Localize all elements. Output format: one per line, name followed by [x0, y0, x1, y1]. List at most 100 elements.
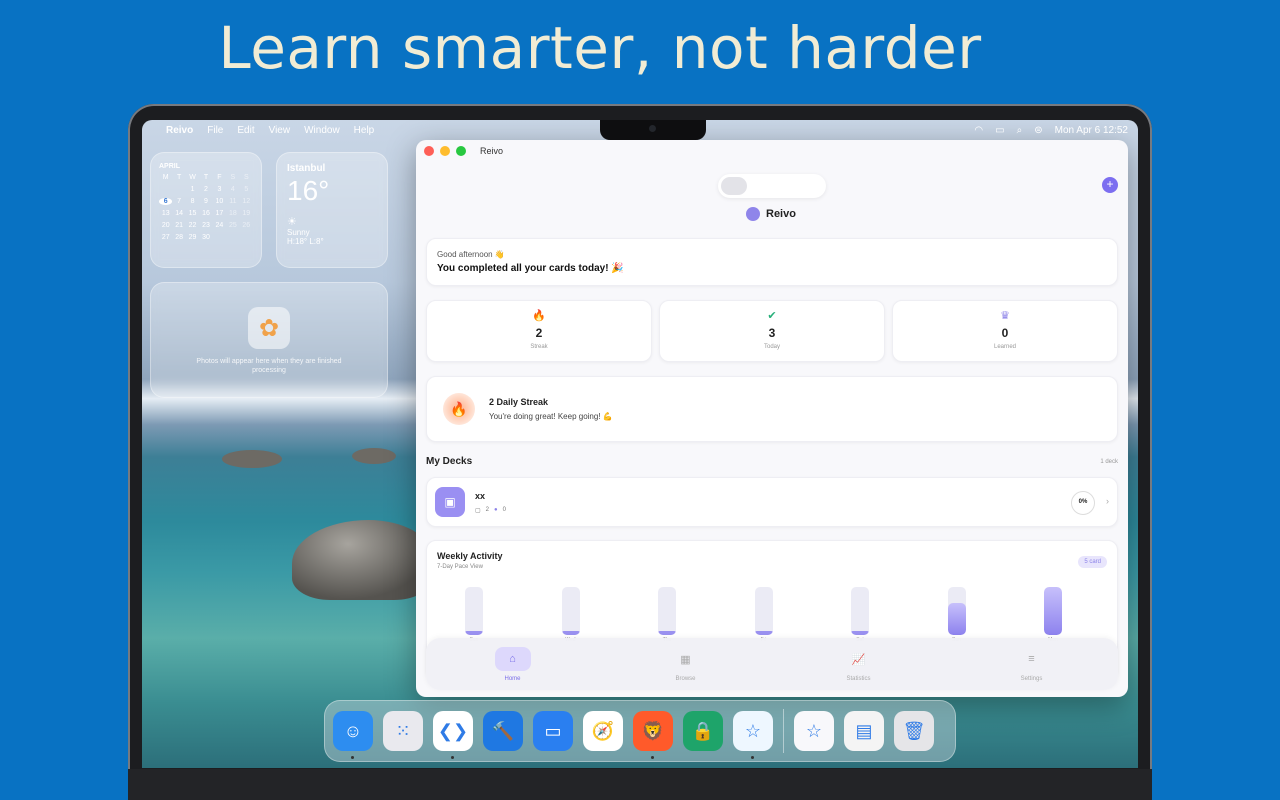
tab-label: Home	[504, 676, 521, 682]
calendar-day: 6	[159, 198, 173, 205]
calendar-weekday: F	[217, 174, 222, 181]
stat-value: 0	[1001, 326, 1009, 340]
tab-browse[interactable]: ▦ Browse	[599, 638, 772, 690]
tab-label: Browse	[675, 676, 696, 682]
calendar-day: 18	[228, 210, 237, 217]
chevron-right-icon: ›	[1106, 496, 1109, 506]
headline: Learn smarter, not harder	[218, 14, 982, 82]
calendar-day	[159, 186, 172, 193]
dock-launchpad-icon[interactable]: ⁙	[383, 711, 423, 751]
calendar-day	[226, 234, 239, 241]
sliders-icon: ≡	[1028, 653, 1035, 665]
dock-safari-icon[interactable]: 🧭	[583, 711, 623, 751]
dock-brave-icon[interactable]: 🦁	[633, 711, 673, 759]
weekly-subtitle: 7-Day Pace View	[437, 564, 483, 570]
calendar-day: 15	[188, 210, 197, 217]
menu-file[interactable]: File	[207, 125, 223, 136]
add-button[interactable]: +	[1102, 177, 1118, 193]
photos-text: Photos will appear here when they are fi…	[196, 358, 342, 374]
search-icon[interactable]: ⌕	[1017, 125, 1023, 136]
calendar-day: 29	[188, 234, 197, 241]
calendar-day	[213, 234, 226, 241]
greeting-main: You completed all your cards today! 🎉	[437, 263, 624, 274]
menu-clock[interactable]: Mon Apr 6 12:52	[1055, 125, 1128, 136]
running-indicator	[751, 756, 754, 759]
menu-edit[interactable]: Edit	[237, 125, 254, 136]
dock-trash-icon[interactable]: 🗑	[894, 711, 934, 751]
menu-window[interactable]: Window	[304, 125, 340, 136]
calendar-day: 22	[188, 222, 197, 229]
brain-icon	[746, 207, 760, 221]
laptop-base	[128, 769, 1152, 800]
calendar-day: 30	[202, 234, 210, 241]
weather-widget[interactable]: Istanbul 16° ☀ Sunny H:18° L:8°	[276, 152, 388, 268]
wallpaper-rock	[222, 450, 282, 468]
window-titlebar: Reivo	[416, 140, 1128, 162]
deck-row[interactable]: ▣ xx ▢ 2 ● 0 0% ›	[426, 477, 1118, 527]
calendar-day: 16	[202, 210, 210, 217]
calendar-widget[interactable]: APRIL M T W T F S S 1 2 3 4 5 6 7 8 9 10 11 12 13 14 15 16 17 18…	[150, 152, 262, 268]
wallpaper-rock	[292, 520, 432, 600]
camera-icon	[649, 125, 656, 132]
calendar-day: 23	[202, 222, 210, 229]
decks-count: 1 deck	[1100, 458, 1118, 465]
fire-icon: 🔥	[532, 310, 546, 322]
streak-title: 2 Daily Streak	[489, 397, 549, 407]
weather-condition: Sunny	[287, 228, 310, 237]
weekly-bar	[754, 631, 773, 635]
decks-header: My Decks 1 deck	[426, 456, 1118, 467]
calendar-day	[172, 186, 185, 193]
deck-due: 0	[502, 506, 506, 513]
tab-statistics[interactable]: 📈 Statistics	[772, 638, 945, 690]
calendar-day: 9	[204, 198, 208, 205]
camera-notch	[600, 120, 706, 140]
menu-app-name[interactable]: Reivo	[166, 125, 193, 136]
calendar-day: 19	[242, 210, 251, 217]
desktop-screen: Reivo File Edit View Window Help ◠ ▭ ⌕ ⊜…	[142, 120, 1138, 768]
calendar-day: 14	[175, 210, 184, 217]
dock-simulator-icon[interactable]: ▭	[533, 711, 573, 751]
home-icon: ⌂	[494, 647, 531, 671]
running-indicator	[451, 756, 454, 759]
dock-vpn-icon[interactable]: 🔒	[683, 711, 723, 751]
calendar-day: 11	[229, 198, 237, 205]
dock-xcode-icon[interactable]: 🔨	[483, 711, 523, 751]
calendar-day: 5	[244, 186, 249, 193]
toggle-knob	[721, 177, 747, 195]
minimize-button[interactable]	[440, 146, 450, 156]
calendar-weekday: T	[176, 174, 182, 181]
calendar-day: 8	[190, 198, 195, 205]
stat-today: ✔ 3 Today	[659, 300, 885, 362]
dock-brave-window-icon[interactable]: ▤	[844, 711, 884, 751]
menu-help[interactable]: Help	[354, 125, 375, 136]
stat-value: 2	[535, 326, 543, 340]
decks-title: My Decks	[426, 456, 473, 467]
calendar-day: 24	[215, 222, 224, 229]
weekly-bar-track	[561, 587, 580, 635]
control-center-icon[interactable]: ⊜	[1034, 125, 1042, 136]
mode-toggle[interactable]	[718, 174, 826, 198]
window-title: Reivo	[480, 146, 504, 156]
tab-settings[interactable]: ≡ Settings	[945, 638, 1118, 690]
weekly-badge: 5 card	[1078, 556, 1107, 568]
weekly-title: Weekly Activity	[437, 551, 503, 561]
wifi-icon[interactable]: ◠	[974, 125, 983, 136]
close-button[interactable]	[424, 146, 434, 156]
tab-bar: ⌂ Home ▦ Browse 📈 Statistics ≡ Settings	[426, 638, 1118, 690]
dock-reivo-icon[interactable]: ☆	[733, 711, 773, 759]
dock-separator	[783, 709, 784, 753]
menu-view[interactable]: View	[269, 125, 291, 136]
running-indicator	[651, 756, 654, 759]
battery-icon[interactable]: ▭	[995, 125, 1004, 136]
stat-value: 3	[768, 326, 776, 340]
photos-widget[interactable]: ✿ Photos will appear here when they are …	[150, 282, 388, 398]
dock-vscode-icon[interactable]: ❮❯	[433, 711, 473, 759]
weekly-bar-track	[947, 587, 966, 635]
zoom-button[interactable]	[456, 146, 466, 156]
tab-home[interactable]: ⌂ Home	[426, 638, 599, 690]
dock-reivo-window-icon[interactable]: ☆	[794, 711, 834, 751]
due-icon: ●	[494, 506, 498, 513]
tab-label: Statistics	[846, 676, 871, 682]
weekly-bar	[658, 631, 676, 635]
dock-finder-icon[interactable]: ☺	[333, 711, 373, 759]
